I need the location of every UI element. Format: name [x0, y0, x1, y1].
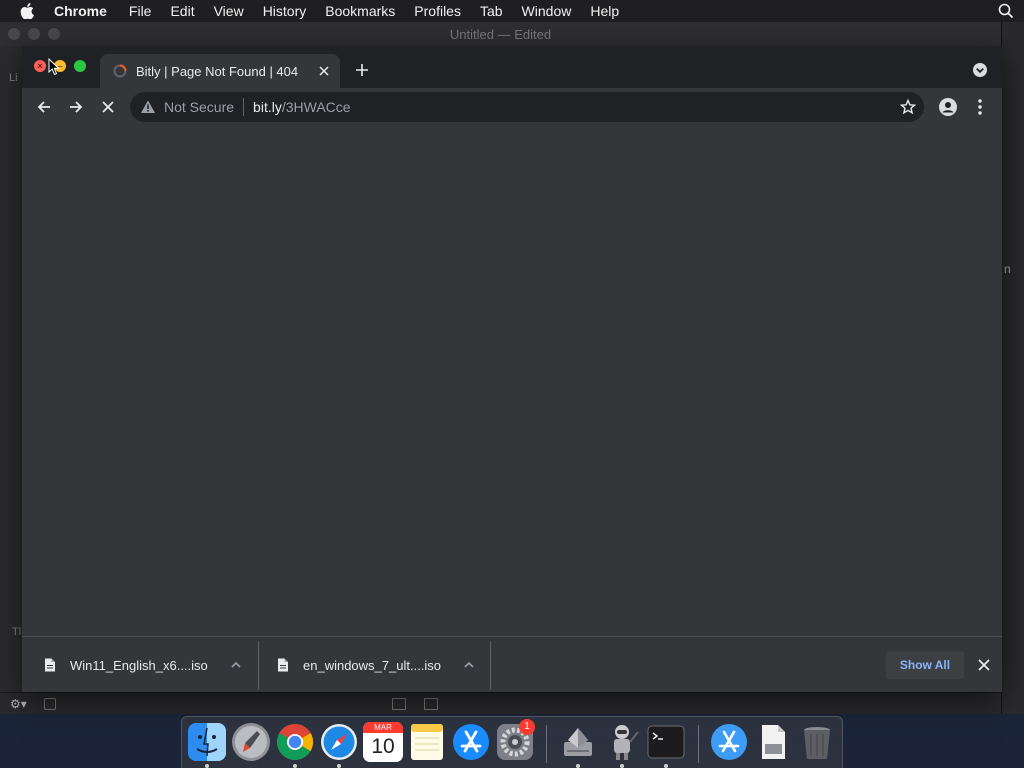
menu-file[interactable]: File — [129, 3, 152, 19]
download-item[interactable]: Win11_English_x6....iso — [44, 637, 244, 693]
menu-edit[interactable]: Edit — [170, 3, 194, 19]
background-window-bottombar: ⚙▾ — [0, 692, 1001, 714]
background-window-title: Untitled — Edited — [449, 26, 552, 42]
download-divider — [490, 641, 491, 689]
calendar-month: MAR — [363, 722, 403, 733]
background-window-edge — [1002, 22, 1024, 714]
document-icon[interactable] — [753, 722, 793, 762]
menu-tab[interactable]: Tab — [480, 3, 503, 19]
launchpad-icon[interactable] — [231, 722, 271, 762]
download-filename: Win11_English_x6....iso — [70, 657, 208, 673]
menu-history[interactable]: History — [263, 3, 307, 19]
spotlight-search-icon[interactable] — [998, 3, 1014, 22]
apple-menu-icon[interactable] — [20, 3, 38, 19]
chrome-window: × – Bitly | Page Not Found | 404 Not Sec… — [22, 46, 1002, 692]
finder-icon[interactable] — [187, 722, 227, 762]
safari-icon[interactable] — [319, 722, 359, 762]
menu-app-chrome[interactable]: Chrome — [54, 3, 107, 19]
tab-active[interactable]: Bitly | Page Not Found | 404 — [100, 54, 340, 88]
calendar-day: 10 — [371, 735, 395, 758]
background-side-text: Tl — [12, 626, 22, 638]
file-icon — [278, 658, 288, 672]
background-side-text: Li — [9, 72, 18, 84]
running-indicator — [620, 764, 624, 768]
menu-help[interactable]: Help — [590, 3, 619, 19]
chevron-up-icon[interactable] — [461, 657, 477, 673]
stop-loading-button[interactable] — [98, 97, 118, 117]
background-zoom-button[interactable] — [48, 28, 60, 40]
running-indicator — [664, 764, 668, 768]
app-store-icon[interactable] — [451, 722, 491, 762]
url-host: bit.ly — [253, 99, 282, 115]
background-minimize-button[interactable] — [28, 28, 40, 40]
new-tab-button[interactable] — [352, 60, 372, 80]
menu-window[interactable]: Window — [522, 3, 572, 19]
running-indicator — [205, 764, 209, 768]
close-downloads-bar-icon[interactable] — [974, 655, 994, 675]
loading-favicon-icon — [113, 64, 127, 78]
window-controls: × – — [34, 60, 86, 72]
close-window-button[interactable]: × — [34, 60, 46, 72]
calendar-icon[interactable]: MAR 10 — [363, 722, 403, 762]
forward-button[interactable] — [66, 97, 86, 117]
trash-icon[interactable] — [797, 722, 837, 762]
warning-icon[interactable] — [140, 99, 156, 115]
applications-folder-icon[interactable] — [709, 722, 749, 762]
checkbox-icon[interactable] — [44, 698, 56, 710]
url-path: /3HWACce — [281, 99, 351, 115]
downloads-bar: Win11_English_x6....iso en_windows_7_ult… — [22, 636, 1002, 692]
download-item[interactable]: en_windows_7_ult....iso — [277, 637, 477, 693]
background-right-text: n — [1004, 262, 1011, 276]
zoom-window-button[interactable] — [74, 60, 86, 72]
back-button[interactable] — [34, 97, 54, 117]
browser-toolbar: Not Secure bit.ly /3HWACce — [22, 88, 1002, 126]
notification-badge: 1 — [519, 719, 535, 735]
chevron-up-icon[interactable] — [228, 657, 244, 673]
dock: MAR 10 1 — [181, 716, 843, 768]
dock-separator — [698, 725, 699, 763]
mouse-cursor-icon — [48, 58, 60, 76]
omnibox-divider — [243, 98, 245, 116]
running-indicator — [293, 764, 297, 768]
menu-profiles[interactable]: Profiles — [414, 3, 461, 19]
show-all-downloads-button[interactable]: Show All — [886, 651, 964, 679]
menu-bar: Chrome File Edit View History Bookmarks … — [0, 0, 1024, 22]
view-mode-icon[interactable] — [392, 698, 406, 710]
chrome-menu-icon[interactable] — [970, 97, 990, 117]
bookmark-star-icon[interactable] — [900, 99, 916, 115]
tab-title: Bitly | Page Not Found | 404 — [136, 63, 299, 79]
download-divider — [258, 641, 259, 689]
tab-close-icon[interactable] — [314, 61, 334, 81]
view-mode-icon[interactable] — [424, 698, 438, 710]
tab-search-icon[interactable] — [972, 62, 988, 78]
background-window-controls — [8, 28, 60, 40]
disk-utility-icon[interactable] — [558, 722, 598, 762]
automator-icon[interactable] — [602, 722, 642, 762]
chrome-app-icon[interactable] — [275, 722, 315, 762]
terminal-icon[interactable] — [646, 722, 686, 762]
file-icon — [45, 658, 55, 672]
gear-icon[interactable]: ⚙▾ — [10, 697, 27, 711]
background-close-button[interactable] — [8, 28, 20, 40]
menu-bookmarks[interactable]: Bookmarks — [325, 3, 395, 19]
dock-separator — [546, 725, 547, 763]
page-content[interactable] — [22, 126, 1002, 636]
address-bar[interactable]: Not Secure bit.ly /3HWACce — [130, 92, 924, 122]
notes-icon[interactable] — [407, 722, 447, 762]
running-indicator — [576, 764, 580, 768]
profile-icon[interactable] — [938, 97, 958, 117]
background-window-titlebar: Untitled — Edited — [0, 22, 1001, 46]
security-status-label[interactable]: Not Secure — [164, 99, 234, 115]
menu-view[interactable]: View — [214, 3, 244, 19]
tab-strip: × – Bitly | Page Not Found | 404 — [22, 46, 1002, 88]
running-indicator — [337, 764, 341, 768]
download-filename: en_windows_7_ult....iso — [303, 657, 442, 673]
